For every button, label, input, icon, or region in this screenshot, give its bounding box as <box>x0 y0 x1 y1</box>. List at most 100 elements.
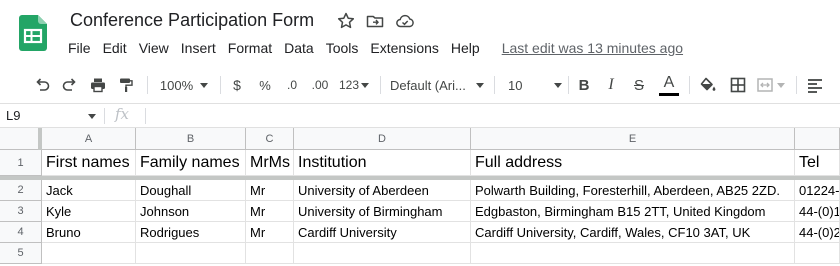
cell-d2[interactable]: University of Aberdeen <box>294 180 471 201</box>
toolbar-separator <box>568 76 569 94</box>
cell-c2[interactable]: Mr <box>246 180 294 201</box>
chevron-down-icon <box>776 82 785 88</box>
table-row: 5 <box>0 243 840 264</box>
currency-format-button[interactable]: $ <box>226 72 248 98</box>
toolbar-separator <box>220 76 221 94</box>
cell-d3[interactable]: University of Birmingham <box>294 201 471 222</box>
menu-extensions[interactable]: Extensions <box>364 38 444 58</box>
decrease-decimal-label: .0 <box>286 78 297 92</box>
percent-format-button[interactable]: % <box>254 72 276 98</box>
column-header-c[interactable]: C <box>246 128 294 150</box>
row-header[interactable]: 4 <box>0 222 42 243</box>
cell-e5[interactable] <box>471 243 795 264</box>
formula-input[interactable] <box>152 108 832 124</box>
print-button[interactable] <box>86 72 110 98</box>
row-header[interactable]: 3 <box>0 201 42 222</box>
menu-data[interactable]: Data <box>278 38 320 58</box>
cell-b1[interactable]: Family names <box>136 150 246 176</box>
cell-a5[interactable] <box>42 243 136 264</box>
column-header-a[interactable]: A <box>42 128 136 150</box>
strikethrough-button[interactable]: S <box>629 72 649 98</box>
select-all-corner[interactable] <box>0 128 41 150</box>
bold-button[interactable]: B <box>574 72 594 98</box>
grid-rows: 1 First names Family names MrMs Institut… <box>0 150 840 264</box>
menu-file[interactable]: File <box>62 38 97 58</box>
cell-e2[interactable]: Polwarth Building, Foresterhill, Aberdee… <box>471 180 795 201</box>
decrease-decimal-button[interactable]: .0 <box>280 72 304 98</box>
menu-tools[interactable]: Tools <box>320 38 365 58</box>
menu-help[interactable]: Help <box>445 38 486 58</box>
column-header-f[interactable] <box>795 128 840 150</box>
move-to-folder-icon[interactable] <box>365 11 385 31</box>
cell-a3[interactable]: Kyle <box>42 201 136 222</box>
column-header-d[interactable]: D <box>294 128 471 150</box>
menu-view[interactable]: View <box>133 38 175 58</box>
row-header[interactable]: 2 <box>0 180 42 201</box>
last-edit-link[interactable]: Last edit was 13 minutes ago <box>496 38 689 58</box>
cell-e4[interactable]: Cardiff University, Cardiff, Wales, CF10… <box>471 222 795 243</box>
cell-f3[interactable]: 44-(0)1 <box>795 201 840 222</box>
table-row: 2 Jack Doughall Mr University of Aberdee… <box>0 180 840 201</box>
cell-b3[interactable]: Johnson <box>136 201 246 222</box>
text-color-swatch <box>659 92 679 96</box>
borders-button[interactable] <box>726 72 750 98</box>
cell-b5[interactable] <box>136 243 246 264</box>
zoom-select[interactable]: 100% <box>155 72 213 98</box>
cell-f1[interactable]: Tel <box>795 150 840 176</box>
cell-c5[interactable] <box>246 243 294 264</box>
merge-cells-button[interactable] <box>754 72 786 98</box>
borders-icon <box>730 77 746 93</box>
font-family-select[interactable]: Default (Ari... <box>390 72 484 98</box>
redo-button[interactable] <box>58 72 82 98</box>
row-header[interactable]: 1 <box>0 150 42 176</box>
cell-d4[interactable]: Cardiff University <box>294 222 471 243</box>
cell-c3[interactable]: Mr <box>246 201 294 222</box>
text-color-button[interactable]: A <box>657 72 681 98</box>
zoom-value: 100% <box>159 77 194 93</box>
cell-f5[interactable] <box>795 243 840 264</box>
fx-icon: fx <box>115 105 130 123</box>
document-title[interactable]: Conference Participation Form <box>70 10 314 31</box>
horizontal-align-button[interactable] <box>806 72 838 98</box>
column-header-e[interactable]: E <box>471 128 795 150</box>
chevron-down-icon <box>476 82 484 88</box>
cell-f2[interactable]: 01224- <box>795 180 840 201</box>
cell-b2[interactable]: Doughall <box>136 180 246 201</box>
cloud-saved-icon[interactable] <box>395 11 415 31</box>
menu-insert[interactable]: Insert <box>175 38 222 58</box>
increase-decimal-label: .00 <box>311 78 329 92</box>
paint-format-button[interactable] <box>114 72 138 98</box>
font-size-select[interactable]: 10 <box>504 72 562 98</box>
freeze-row-handle[interactable] <box>0 176 840 180</box>
cell-b4[interactable]: Rodrigues <box>136 222 246 243</box>
sheets-logo-icon[interactable] <box>19 15 47 51</box>
toolbar: 100% $ % .0 .00 123 Default (Ari... 10 B… <box>0 66 840 104</box>
merge-cells-icon <box>756 78 773 92</box>
name-box[interactable]: L9 <box>6 108 98 124</box>
cell-a1[interactable]: First names <box>42 150 136 176</box>
fill-color-button[interactable] <box>696 72 720 98</box>
cell-e3[interactable]: Edgbaston, Birmingham B15 2TT, United Ki… <box>471 201 795 222</box>
cell-a4[interactable]: Bruno <box>42 222 136 243</box>
toolbar-separator <box>147 76 148 94</box>
cell-f4[interactable]: 44-(0)2 <box>795 222 840 243</box>
menu-edit[interactable]: Edit <box>97 38 133 58</box>
table-row: 3 Kyle Johnson Mr University of Birmingh… <box>0 201 840 222</box>
chevron-down-icon <box>361 82 370 88</box>
cell-d5[interactable] <box>294 243 471 264</box>
cell-c4[interactable]: Mr <box>246 222 294 243</box>
cell-c1[interactable]: MrMs <box>246 150 294 176</box>
italic-button[interactable]: I <box>601 72 621 98</box>
cell-d1[interactable]: Institution <box>294 150 471 176</box>
more-formats-button[interactable]: 123 <box>337 72 371 98</box>
table-row: 4 Bruno Rodrigues Mr Cardiff University … <box>0 222 840 243</box>
star-icon[interactable] <box>336 11 356 31</box>
undo-button[interactable] <box>30 72 54 98</box>
menu-format[interactable]: Format <box>222 38 278 58</box>
spreadsheet-grid: A B C D E 1 First names Family names MrM… <box>0 128 840 266</box>
cell-e1[interactable]: Full address <box>471 150 795 176</box>
column-header-b[interactable]: B <box>136 128 246 150</box>
row-header[interactable]: 5 <box>0 243 42 264</box>
cell-a2[interactable]: Jack <box>42 180 136 201</box>
increase-decimal-button[interactable]: .00 <box>307 72 333 98</box>
